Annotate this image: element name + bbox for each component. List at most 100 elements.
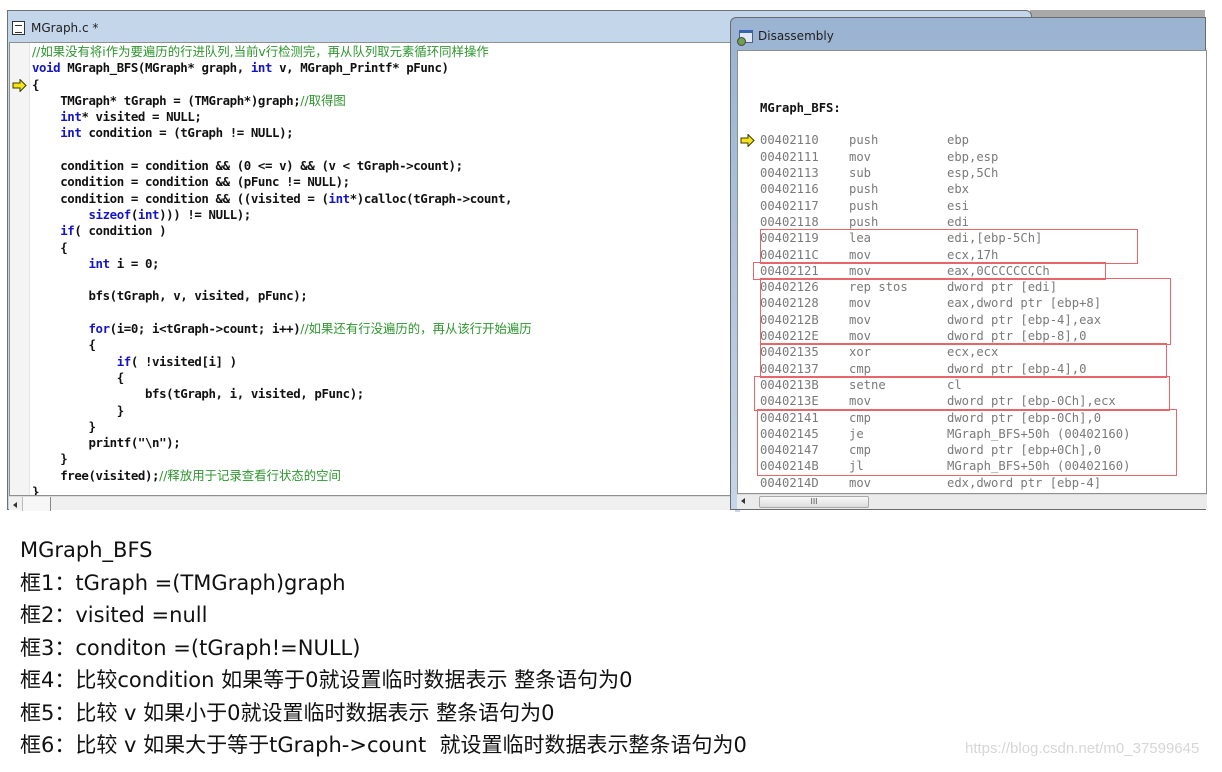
code-text: bfs(tGraph, v, visited, pFunc);: [32, 288, 308, 304]
code-line: condition = condition && ((visited = (in…: [32, 191, 532, 207]
code-line: for(i=0; i<tGraph->count; i++)//如果还有行没遍历…: [32, 321, 531, 337]
code-text: }: [32, 418, 96, 434]
instruction-address: 00402113: [760, 166, 819, 181]
background-strip: [1030, 10, 1205, 17]
disassembly-row[interactable]: 0040214D mov edx,dword ptr [ebp-4]: [738, 475, 1101, 491]
scroll-thumb[interactable]: III: [759, 496, 869, 508]
disassembly-row[interactable]: 00402111 mov ebp,esp: [738, 149, 998, 165]
instruction-operands: ebp,esp: [947, 149, 999, 164]
disassembly-window: Disassembly MGraph_BFS: 00402110 push ebp 0…: [730, 17, 1207, 510]
code-line: condition = condition && (0 <= v) && (v …: [32, 158, 532, 174]
code-keyword: void: [32, 60, 61, 76]
highlight-box-1: [760, 229, 1138, 264]
code-text: (: [130, 206, 138, 222]
scroll-left-button[interactable]: [9, 497, 23, 511]
disassembly-row[interactable]: 00402110 push ebp: [738, 132, 969, 148]
code-text: {: [32, 337, 96, 353]
disassembly-row[interactable]: 00402116 push ebx: [738, 181, 969, 197]
note-line: 框2：visited =null: [20, 603, 208, 627]
highlight-box-6: [757, 408, 1177, 476]
code-line: }: [32, 419, 532, 435]
code-text: {: [32, 369, 124, 385]
instruction-address: 0040214D: [760, 475, 819, 490]
code-text: {: [32, 76, 40, 92]
source-horizontal-scrollbar[interactable]: [9, 496, 734, 511]
instruction-address: 00402117: [760, 198, 819, 213]
instruction-opcode: push: [849, 133, 879, 148]
code-line: {: [32, 77, 532, 93]
source-window-title: MGraph.c *: [31, 21, 99, 35]
instruction-opcode: mov: [849, 475, 872, 490]
code-text: free(visited);: [32, 467, 160, 483]
code-keyword: if: [116, 353, 132, 369]
code-line: {: [32, 370, 532, 386]
code-text: printf("\n");: [32, 435, 181, 451]
code-keyword: int: [137, 206, 160, 222]
code-text: ( !visited[i] ): [130, 353, 237, 369]
code-text: *)calloc(tGraph->count,: [349, 190, 513, 206]
code-comment: //取得图: [300, 92, 346, 108]
code-line: free(visited);//释放用于记录查看行状态的空间: [32, 468, 532, 484]
code-line: TMGraph* tGraph = (TMGraph*)graph;//取得图: [32, 93, 532, 109]
disassembly-title-bar[interactable]: Disassembly: [737, 27, 834, 46]
code-line: bfs(tGraph, i, visited, pFunc);: [32, 386, 532, 402]
explanation-notes: MGraph_BFS 框1：tGraph =(TMGraph)graph 框2：v…: [20, 534, 747, 762]
code-keyword: for: [88, 321, 110, 337]
code-line: condition = condition && (pFunc != NULL)…: [32, 174, 532, 190]
disassembly-horizontal-scrollbar[interactable]: III: [737, 494, 1207, 509]
instruction-operands: ebx: [947, 182, 970, 197]
instruction-opcode: push: [849, 198, 879, 213]
code-comment: //如果没有将i作为要遍历的行进队列,当前v行检测完，再从队列取元素循环同样操作: [32, 44, 489, 59]
code-text: TMGraph* tGraph = (TMGraph*)graph;: [32, 92, 301, 108]
instruction-operands: edi: [947, 214, 970, 229]
note-line: 框6：比较 v 如果大于等于tGraph->count 就设置临时数据表示整条语…: [20, 733, 747, 757]
highlight-box-3: [760, 278, 1171, 346]
instruction-operands: edx,dword ptr [ebp-4]: [947, 475, 1102, 490]
code-keyword: int: [60, 125, 82, 141]
code-text: ( condition ): [74, 223, 167, 239]
code-keyword: int: [328, 190, 351, 206]
scroll-left-button[interactable]: [741, 498, 745, 504]
current-instruction-arrow-icon: [12, 78, 27, 92]
code-keyword: int: [60, 109, 82, 125]
source-window-title-bar[interactable]: MGraph.c *: [10, 19, 98, 37]
scroll-thumb[interactable]: [23, 497, 51, 511]
code-line: void MGraph_BFS(MGraph* graph, int v, MG…: [32, 60, 532, 76]
instruction-operands: esp,5Ch: [947, 166, 999, 181]
code-text: MGraph_BFS(MGraph* graph,: [60, 60, 251, 76]
code-line: int i = 0;: [32, 256, 532, 272]
code-line: {: [32, 240, 532, 256]
disassembly-row[interactable]: 00402113 sub esp,5Ch: [738, 165, 998, 181]
code-keyword: int: [88, 255, 110, 271]
code-text: }: [32, 451, 68, 467]
disassembly-listing[interactable]: MGraph_BFS: 00402110 push ebp 00402111 mov eb…: [737, 50, 1207, 494]
notes-heading: MGraph_BFS: [20, 538, 153, 562]
code-text: (i=0; i<tGraph->count; i++): [109, 321, 301, 337]
disassembly-row[interactable]: 00402117 push esi: [738, 198, 969, 214]
code-line: }: [32, 403, 532, 419]
code-text: }: [32, 402, 124, 418]
source-code-area[interactable]: //如果没有将i作为要遍历的行进队列,当前v行检测完，再从队列取元素循环同样操作…: [9, 42, 734, 496]
code-text: v, MGraph_Printf* pFunc): [272, 60, 449, 76]
instruction-operands: esi: [947, 198, 970, 213]
code-line: {: [32, 337, 532, 353]
code-line: //如果没有将i作为要遍历的行进队列,当前v行检测完，再从队列取元素循环同样操作: [32, 44, 532, 60]
document-icon: [12, 21, 25, 35]
instruction-operands: ebp: [947, 133, 970, 148]
code-text: condition = condition && (0 <= v) && (v …: [32, 158, 463, 174]
disassembly-row[interactable]: 00402118 push edi: [738, 214, 969, 230]
code-text: condition = condition && ((visited = (: [32, 190, 329, 206]
note-line: 框3：conditon =(tGraph!=NULL): [20, 635, 361, 660]
code-text: bfs(tGraph, i, visited, pFunc);: [32, 386, 364, 402]
code-text: condition = (tGraph != NULL);: [81, 125, 294, 141]
editor-gutter: [10, 43, 30, 495]
